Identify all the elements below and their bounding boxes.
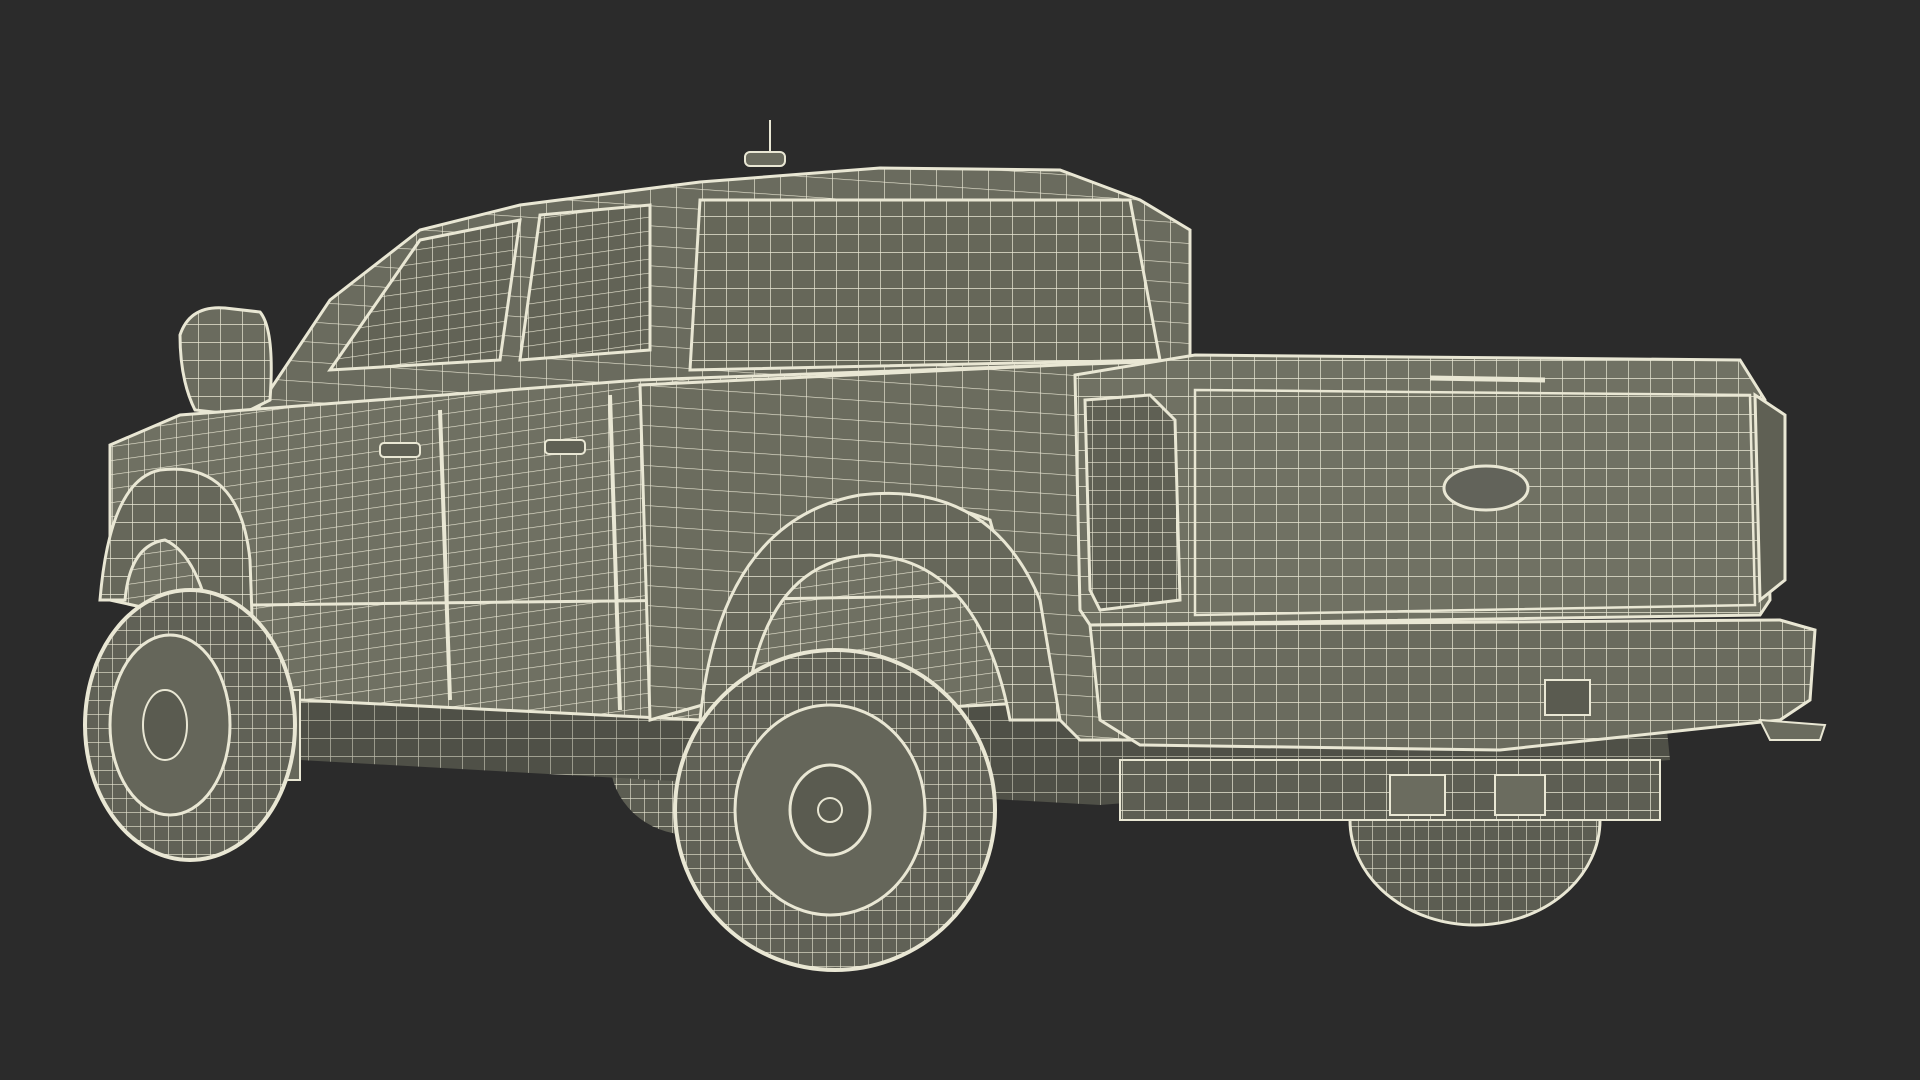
- truck-wireframe-render: [83, 120, 1827, 972]
- rear-bumper: [1088, 618, 1827, 752]
- rear-window: [688, 198, 1162, 372]
- emblem-oval: [1442, 464, 1530, 512]
- hitch-receiver: [1544, 679, 1591, 716]
- rear-right-wheel: [673, 648, 997, 972]
- roof-antenna: [744, 120, 786, 167]
- door-handle-rear: [544, 439, 586, 455]
- door-handle-front: [379, 442, 421, 458]
- right-taillight: [1753, 392, 1787, 604]
- left-taillight: [1083, 393, 1182, 612]
- front-right-wheel: [83, 588, 297, 862]
- render-viewport: [0, 0, 1920, 1080]
- bumper-step: [1758, 718, 1827, 741]
- side-mirror: [178, 306, 273, 417]
